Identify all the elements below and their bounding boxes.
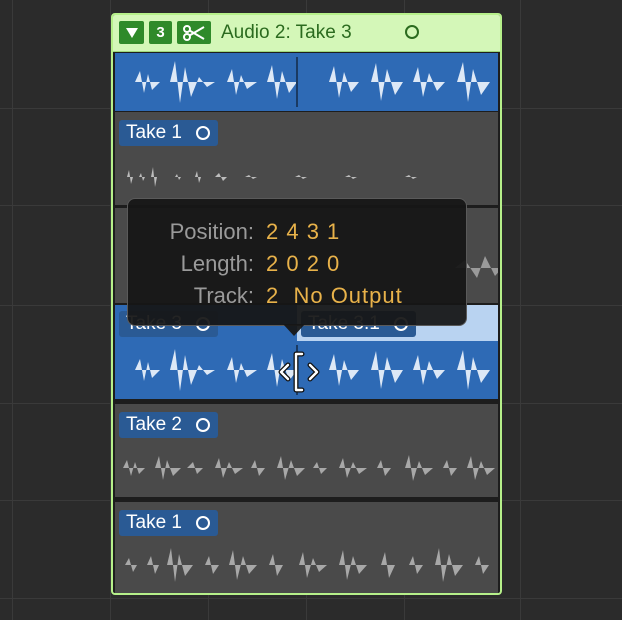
resize-cursor-icon [278, 351, 320, 393]
take-folder-header[interactable]: 3 Audio 2: Take 3 [113, 15, 500, 52]
take-folder-menu-icon[interactable] [405, 25, 419, 39]
take-folder-title: Audio 2: Take 3 [221, 22, 352, 43]
take-lane-1-top[interactable]: Take 1 [115, 112, 498, 205]
take-region-label[interactable]: Take 1 [119, 510, 218, 536]
take-menu-icon[interactable] [195, 516, 210, 530]
length-label: Length: [180, 251, 254, 276]
take-name: Take 1 [126, 512, 182, 533]
track-value: 2 No Output [266, 283, 403, 308]
take-name: Take 2 [126, 414, 182, 435]
take-menu-icon[interactable] [195, 418, 210, 432]
take-count-button[interactable]: 3 [149, 21, 172, 44]
take-waveform [115, 455, 498, 481]
position-value: 2 4 3 1 [266, 219, 341, 244]
take-waveform [115, 167, 498, 187]
take-lane-2[interactable]: Take 2 [115, 404, 498, 497]
disclosure-triangle-icon [125, 27, 138, 38]
quick-swipe-button[interactable] [177, 21, 211, 44]
position-label: Position: [169, 219, 254, 244]
scissors-icon [183, 24, 205, 41]
comp-waveform [115, 57, 498, 107]
length-value: 2 0 2 0 [266, 251, 341, 276]
take-lane-1-bottom[interactable]: Take 1 [115, 502, 498, 593]
track-label: Track: [193, 283, 254, 308]
take-region-label[interactable]: Take 1 [119, 120, 218, 146]
take-region-label[interactable]: Take 2 [119, 412, 218, 438]
take-menu-icon[interactable] [195, 126, 210, 140]
take-waveform [115, 548, 498, 582]
tooltip-pointer [283, 324, 305, 336]
region-info-tooltip: Position: 2 4 3 1 Length: 2 0 2 0 Track:… [127, 198, 467, 326]
take-name: Take 1 [126, 122, 182, 143]
collapse-button[interactable] [119, 21, 144, 44]
comp-lane[interactable] [115, 53, 498, 111]
take-count: 3 [156, 24, 165, 41]
